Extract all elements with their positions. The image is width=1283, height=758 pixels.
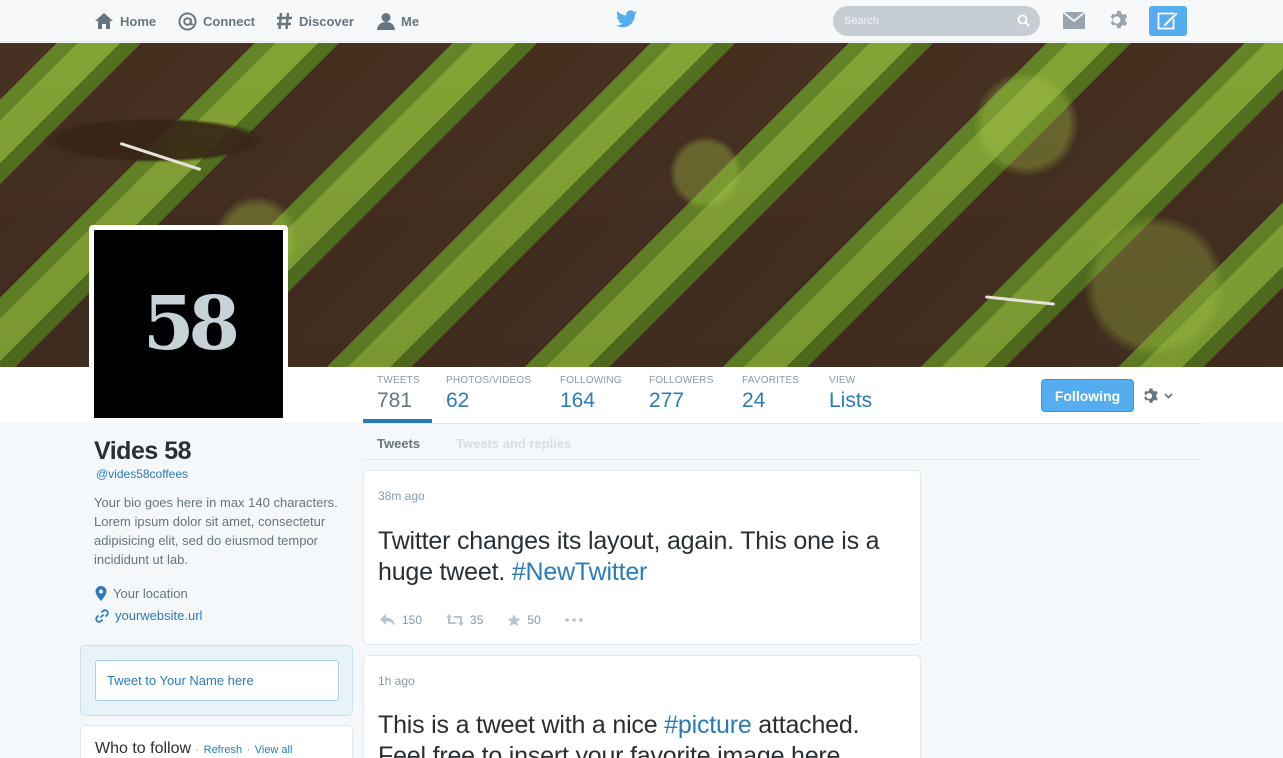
more-dots-icon [564,618,583,622]
stat-lists[interactable]: VIEW Lists [829,375,872,413]
who-to-follow-title: Who to follow [95,740,192,757]
tweet-text: Twitter changes its layout, again. This … [378,526,908,588]
nav-connect[interactable]: Connect [178,0,255,42]
banner-decoration [985,295,1055,306]
search-input[interactable] [833,6,1013,36]
tab-tweets-and-replies[interactable]: Tweets and replies [456,436,571,451]
quill-pen-icon [1157,11,1179,30]
retweet-icon [446,614,465,626]
timeline-tabs: Tweets Tweets and replies [363,423,1201,460]
twitter-bird-icon[interactable] [616,10,637,33]
person-icon [377,13,395,30]
following-button[interactable]: Following [1041,379,1134,412]
nav-home[interactable]: Home [94,0,156,42]
compose-tweet-button[interactable] [1149,6,1187,36]
banner-decoration [119,141,202,172]
profile-handle[interactable]: @vides58coffees [96,467,188,481]
tweet-card[interactable]: 38m ago Twitter changes its layout, agai… [363,470,921,645]
link-icon [95,608,109,623]
search-icon[interactable] [1017,14,1030,27]
tweet-text: This is a tweet with a nice #picture att… [378,710,908,758]
user-actions-menu[interactable] [1142,387,1173,405]
who-to-follow-module: Who to follow · Refresh · View all [80,725,353,758]
separator: · [195,744,200,756]
retweet-action[interactable]: 35 [446,613,483,627]
nav-connect-label: Connect [203,13,255,29]
stat-value: 164 [560,389,596,412]
retweet-count: 35 [470,613,484,627]
reply-action[interactable]: 150 [380,613,422,627]
stat-label: FOLLOWING [560,375,622,386]
profile-bio: Your bio goes here in max 140 characters… [94,495,338,567]
tab-tweets[interactable]: Tweets [377,436,420,451]
avatar-image: 58 [94,230,283,418]
stat-label: PHOTOS/VIDEOS [446,375,532,386]
stat-label: FAVORITES [742,375,800,386]
home-icon [95,13,113,29]
location-pin-icon [95,586,107,601]
website-link[interactable]: yourwebsite.url [115,608,202,623]
stat-favorites[interactable]: FAVORITES 24 [742,375,799,413]
favorite-action[interactable]: 50 [507,613,541,627]
chevron-down-icon [1164,393,1173,399]
nav-home-label: Home [120,13,157,29]
profile-website[interactable]: yourwebsite.url [95,608,202,623]
settings-gear-icon[interactable] [1108,9,1130,31]
tweet-hashtag[interactable]: #picture [664,711,752,739]
stat-tweets[interactable]: TWEETS 781 [377,375,420,413]
reply-count: 150 [402,613,423,627]
stat-value: 62 [446,389,470,412]
stat-following[interactable]: FOLLOWING 164 [560,375,622,413]
stat-photos-videos[interactable]: PHOTOS/VIDEOS 62 [446,375,531,413]
gear-icon [1144,388,1158,403]
reply-icon [380,614,395,626]
nav-me-label: Me [401,13,420,29]
stat-label: FOLLOWERS [649,375,714,386]
tweet-actions: 150 35 50 [380,613,607,627]
location-text: Your location [113,586,188,601]
stat-followers[interactable]: FOLLOWERS 277 [649,375,714,413]
profile-name: Vides 58 [94,437,192,465]
envelope-icon[interactable] [1063,12,1085,29]
profile-location: Your location [95,586,188,601]
nav-discover[interactable]: Discover [276,0,354,42]
stat-value: 781 [377,389,413,412]
refresh-link[interactable]: Refresh [204,744,243,756]
tweet-card[interactable]: 1h ago This is a tweet with a nice #pict… [363,655,921,758]
view-all-link[interactable]: View all [255,744,293,756]
top-navigation-bar: Home Connect Discover Me [0,0,1283,42]
separator: · [246,744,251,756]
tweet-timestamp[interactable]: 1h ago [378,674,415,688]
profile-avatar[interactable]: 58 [89,225,288,423]
tweet-text-body: This is a tweet with a nice [378,711,665,739]
tweet-to-user-box [80,645,353,716]
tweet-timestamp[interactable]: 38m ago [378,489,425,503]
stat-label: TWEETS [377,375,420,386]
stat-label: VIEW [829,375,856,386]
nav-discover-label: Discover [299,13,354,29]
nav-me[interactable]: Me [377,0,419,42]
favorite-count: 50 [527,613,541,627]
search-box[interactable] [833,6,1040,36]
tweet-hashtag[interactable]: #NewTwitter [512,558,648,586]
stat-value: 277 [649,389,685,412]
star-icon [507,613,521,626]
stat-value: Lists [829,389,873,412]
at-sign-icon [178,11,197,31]
hashtag-icon [277,12,292,30]
avatar-logo-text: 58 [143,281,240,367]
tweet-to-user-input[interactable] [95,660,339,701]
stat-value: 24 [742,389,766,412]
more-action[interactable] [564,618,583,622]
